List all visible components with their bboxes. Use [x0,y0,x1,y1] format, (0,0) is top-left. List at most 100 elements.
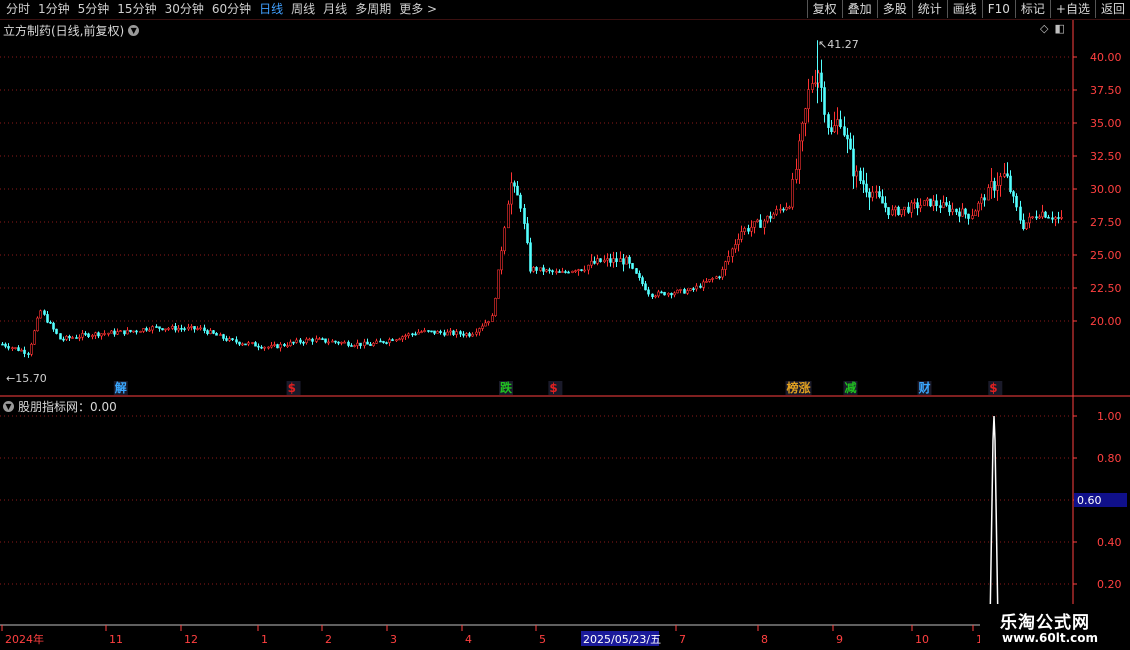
candle-body [897,206,900,215]
candle-body [439,331,442,333]
candle-body [132,330,135,333]
candle-body [657,291,660,297]
candle-body [651,293,654,298]
candle-body [391,339,394,342]
toolbar-button-8[interactable]: 返回 [1094,0,1130,18]
toolbar-button-4[interactable]: 画线 [946,0,982,18]
candle-body [27,353,30,355]
high-price-label: ↖41.27 [818,38,859,51]
candle-body [814,82,817,85]
candle-body [39,310,42,319]
period-tab-2[interactable]: 5分钟 [74,0,114,19]
candle-body [148,329,151,332]
time-axis: 2024年1112123457891012025/05/23/五 [1,625,983,646]
event-marker-label: 解 [115,380,127,395]
candle-body [715,276,718,279]
candle-body [123,330,126,335]
candle-body [311,338,314,342]
candle-body [753,221,756,228]
candle-body [257,345,260,348]
period-tab-6[interactable]: 日线 [255,0,287,19]
period-tab-7[interactable]: 周线 [287,0,319,19]
candle-body [478,328,481,333]
candle-body [375,340,378,344]
candle-body [891,209,894,216]
candle-body [923,200,926,206]
candle-body [414,333,417,336]
candle-body [155,326,158,328]
indicator-tick-label: 0.80 [1097,452,1122,465]
toolbar-button-0[interactable]: 复权 [806,0,842,18]
diamond-icon[interactable]: ◇ [1040,22,1048,35]
candle-body [964,208,967,215]
low-price-label: ←15.70 [6,372,47,385]
candle-body [695,285,698,290]
toolbar-button-7[interactable]: +自选 [1049,0,1095,18]
candle-body [491,315,494,322]
candle-body [215,333,218,336]
candle-body [135,330,138,333]
candle-body [11,347,14,349]
candle-body [430,330,433,333]
candle-body [49,321,52,324]
candle-body [558,271,561,273]
stock-title[interactable]: 立方制药(日线,前复权) ▼ [3,22,140,39]
price-tick-label: 22.50 [1090,282,1122,295]
period-tab-0[interactable]: 分时 [2,0,34,19]
candle-body [55,328,58,334]
candle-body [510,182,513,205]
event-markers: 解 $ 跌 $ 榜涨 减 财 $ [113,380,1003,395]
toolbar-button-3[interactable]: 统计 [911,0,947,18]
period-tab-10[interactable]: 更多 > [395,0,441,19]
candle-body [974,210,977,216]
candle-body [247,342,250,345]
candle-body [241,343,244,346]
period-tab-1[interactable]: 1分钟 [34,0,74,19]
candle-body [516,185,519,196]
candle-body [945,202,948,206]
candle-body [811,83,814,90]
toolbar-button-5[interactable]: F10 [981,0,1015,18]
candle-body [212,330,215,334]
kline-chart-canvas[interactable]: 40.00 37.50 35.00 32.50 30.00 27.50 25.00 22.50… [0,0,1130,650]
candle-body [305,338,308,343]
candle-body [555,271,558,273]
candle-body [279,344,282,349]
candle-body [833,125,836,133]
chevron-down-icon[interactable]: ▼ [128,25,140,36]
candle-body [1051,217,1054,220]
candle-body [958,211,961,217]
chevron-down-icon[interactable]: ▼ [3,401,14,412]
period-tab-4[interactable]: 30分钟 [161,0,208,19]
candle-body [606,258,609,261]
candle-body [174,325,177,331]
candle-body [734,244,737,250]
candle-body [635,268,638,274]
watermark-url: www.60lt.com [1002,631,1099,645]
candle-body [199,327,202,330]
candle-body [1060,217,1063,219]
candle-body [513,182,516,187]
toolbar-button-1[interactable]: 叠加 [841,0,877,18]
panel-toggle-icon[interactable]: ◧ [1054,22,1064,35]
toolbar-button-2[interactable]: 多股 [876,0,912,18]
candle-body [337,341,340,344]
period-tab-5[interactable]: 60分钟 [208,0,255,19]
candle-body [817,72,820,84]
candle-body [951,208,954,213]
candle-body [452,330,455,335]
price-tick-label: 40.00 [1090,51,1122,64]
candle-body [884,202,887,208]
event-marker-bg [917,381,932,395]
toolbar-buttons: 复权 叠加 多股 统计 画线 F10 标记 +自选 返回 [806,0,1130,19]
candle-body [868,191,871,198]
toolbar-button-6[interactable]: 标记 [1014,0,1050,18]
period-tab-8[interactable]: 月线 [319,0,351,19]
period-tab-3[interactable]: 15分钟 [113,0,160,19]
candle-body [17,347,20,351]
time-tick-label: 1 [261,633,268,646]
candle-body [97,332,100,337]
period-tab-9[interactable]: 多周期 [351,0,395,19]
indicator-title[interactable]: ▼ 股朋指标网：0.00 [3,398,117,415]
indicator-axis: 1.00 0.80 0.60 0.40 0.20 0.60 [1073,410,1127,591]
